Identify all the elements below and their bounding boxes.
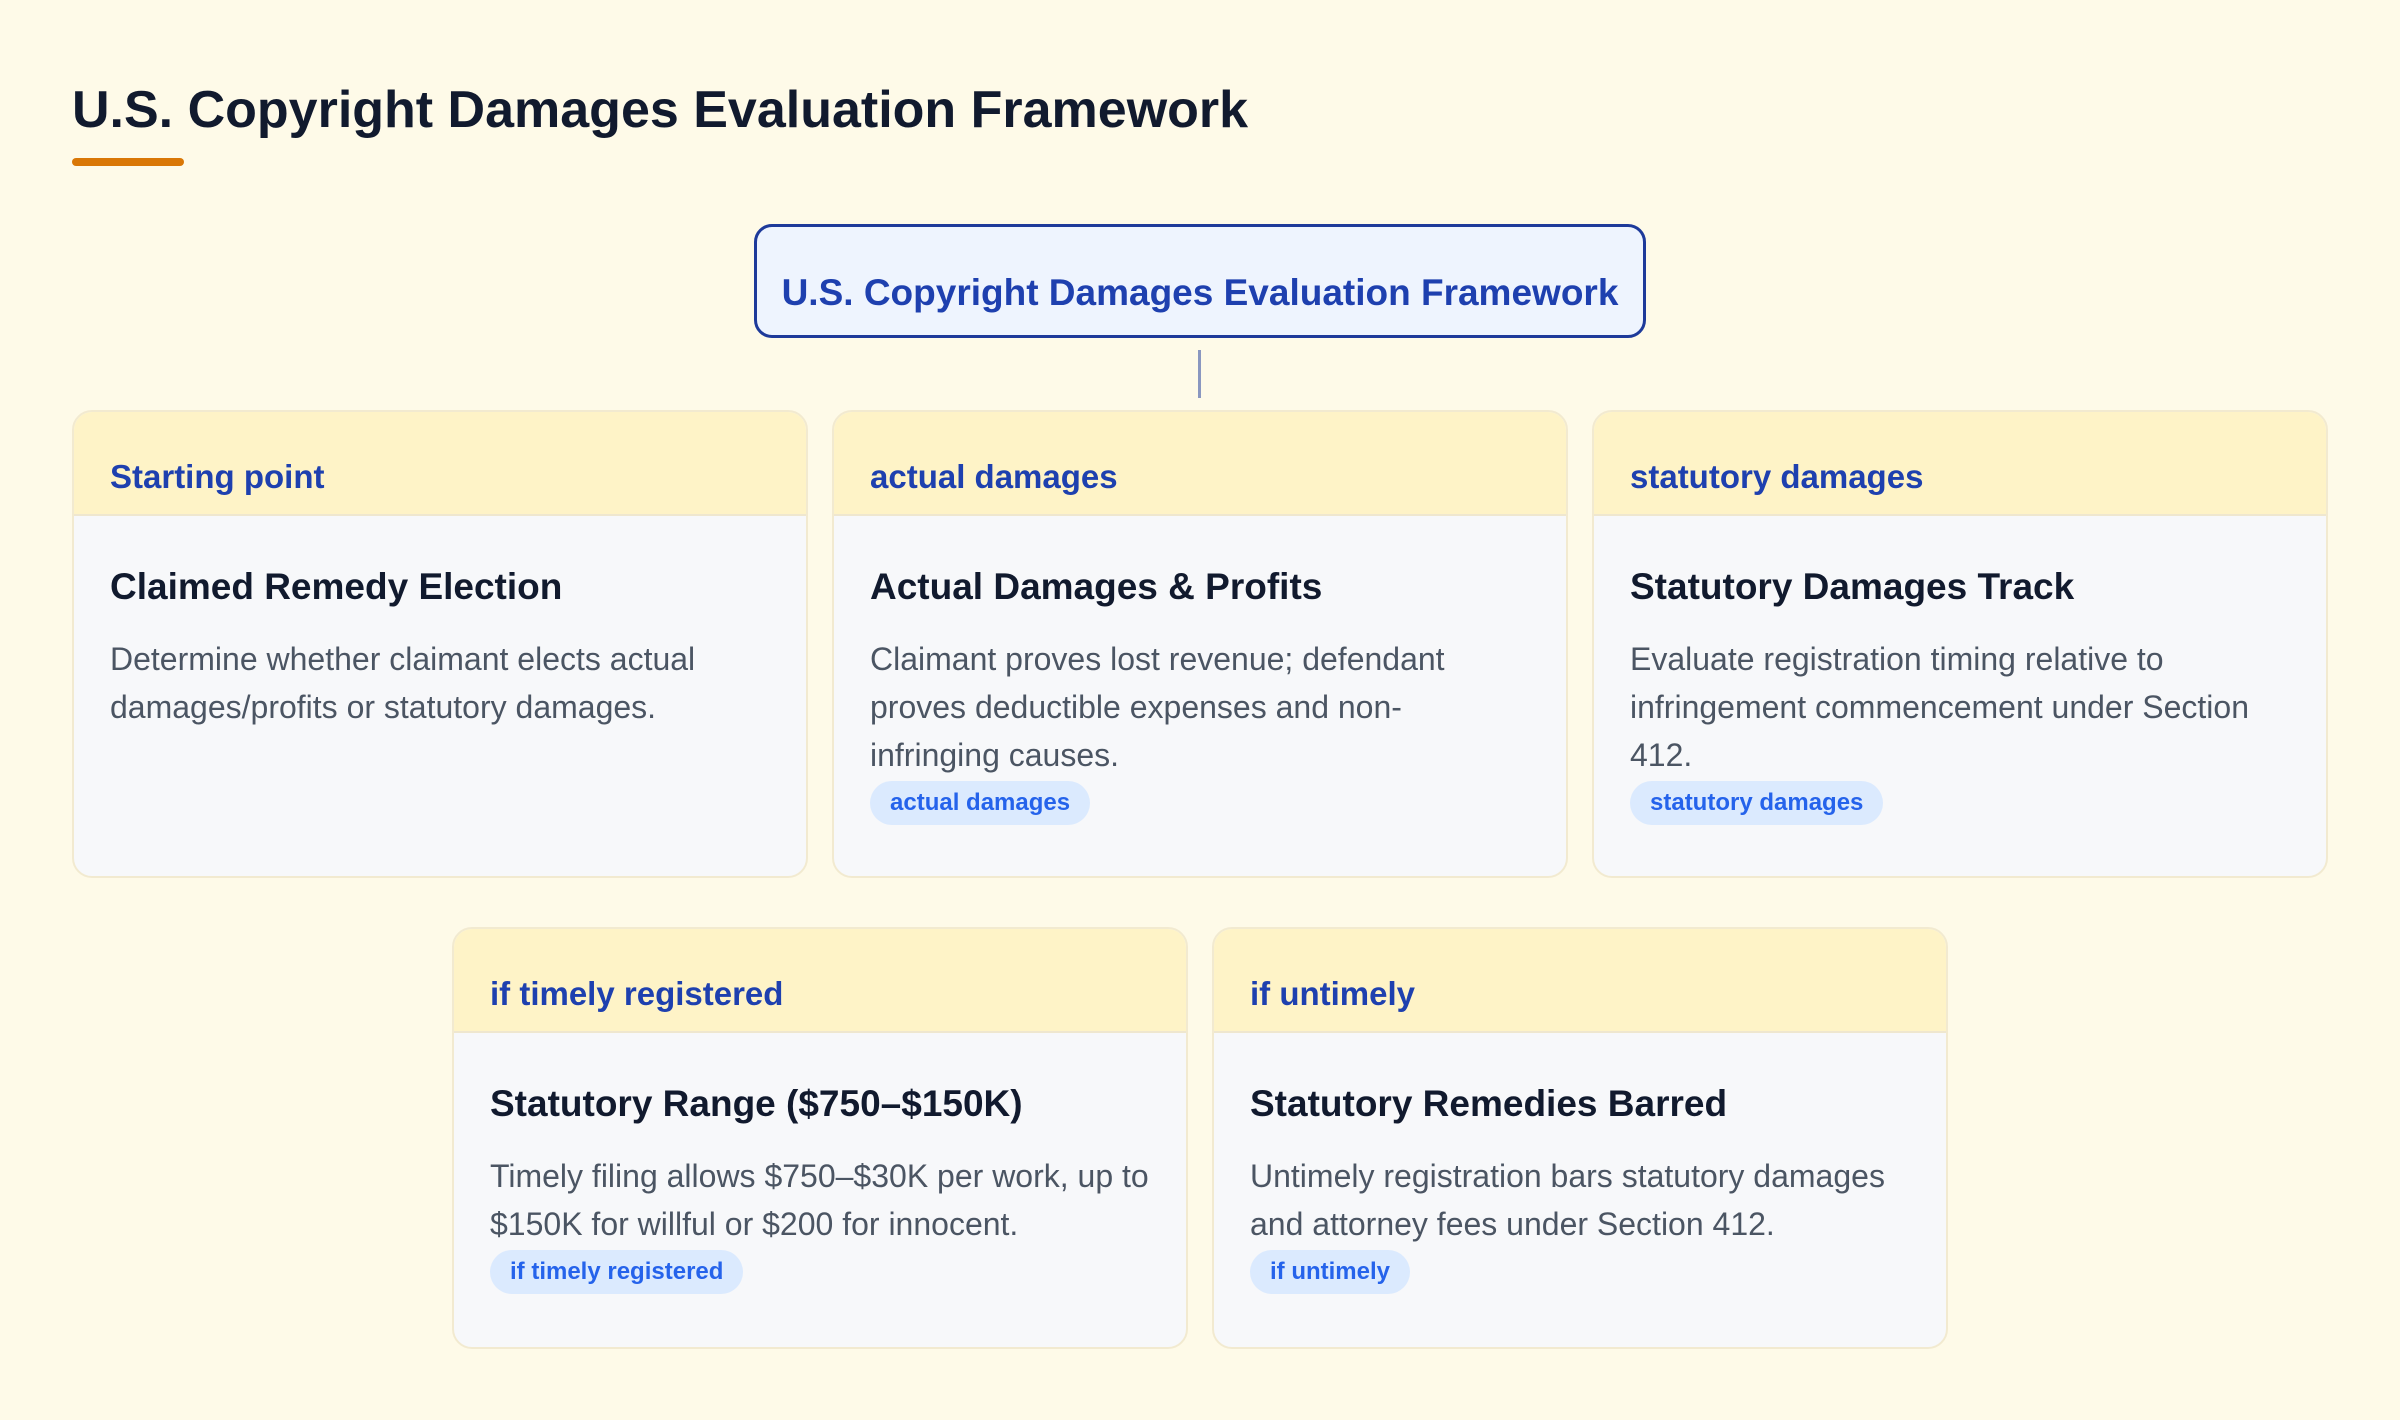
root-connector-line [1198, 350, 1201, 398]
card-header-label: statutory damages [1630, 458, 1924, 495]
card-header: if untimely [1214, 929, 1946, 1033]
card-body: Statutory Damages Track Evaluate registr… [1594, 516, 2326, 825]
card-header: Starting point [74, 412, 806, 516]
card-title: Actual Damages & Profits [870, 566, 1323, 607]
card-statutory-remedies-barred[interactable]: if untimely Statutory Remedies Barred Un… [1212, 927, 1948, 1349]
card-description: Timely filing allows $750–$30K per work,… [490, 1157, 1149, 1242]
root-node-label: U.S. Copyright Damages Evaluation Framew… [781, 272, 1619, 313]
card-body: Actual Damages & Profits Claimant proves… [834, 516, 1566, 825]
card-header-label: if timely registered [490, 975, 784, 1012]
card-tag: actual damages [870, 780, 1091, 825]
card-title: Statutory Range ($750–$150K) [490, 1083, 1023, 1124]
card-header-label: actual damages [870, 458, 1118, 495]
card-header: actual damages [834, 412, 1566, 516]
root-node[interactable]: U.S. Copyright Damages Evaluation Framew… [754, 224, 1646, 338]
card-actual-damages-profits[interactable]: actual damages Actual Damages & Profits … [832, 410, 1568, 878]
title-accent-underline [72, 158, 184, 166]
card-description: Evaluate registration timing relative to… [1630, 640, 2249, 773]
page-title: U.S. Copyright Damages Evaluation Framew… [72, 81, 1249, 139]
card-description: Claimant proves lost revenue; defendant … [870, 640, 1445, 773]
card-statutory-range[interactable]: if timely registered Statutory Range ($7… [452, 927, 1188, 1349]
card-title: Statutory Remedies Barred [1250, 1083, 1728, 1124]
card-body: Statutory Remedies Barred Untimely regis… [1214, 1033, 1946, 1294]
card-description: Untimely registration bars statutory dam… [1250, 1157, 1885, 1242]
card-body: Statutory Range ($750–$150K) Timely fili… [454, 1033, 1186, 1294]
card-statutory-damages-track[interactable]: statutory damages Statutory Damages Trac… [1592, 410, 2328, 878]
card-header: if timely registered [454, 929, 1186, 1033]
card-title: Statutory Damages Track [1630, 566, 2075, 607]
card-claimed-remedy-election[interactable]: Starting point Claimed Remedy Election D… [72, 410, 808, 878]
card-title: Claimed Remedy Election [110, 566, 563, 607]
card-header-label: if untimely [1250, 975, 1416, 1012]
card-tag: statutory damages [1630, 780, 1884, 825]
card-tag: if untimely [1250, 1249, 1411, 1294]
card-header-label: Starting point [110, 458, 325, 495]
card-description: Determine whether claimant elects actual… [110, 640, 696, 725]
card-body: Claimed Remedy Election Determine whethe… [74, 516, 806, 731]
card-header: statutory damages [1594, 412, 2326, 516]
card-tag: if timely registered [490, 1249, 744, 1294]
